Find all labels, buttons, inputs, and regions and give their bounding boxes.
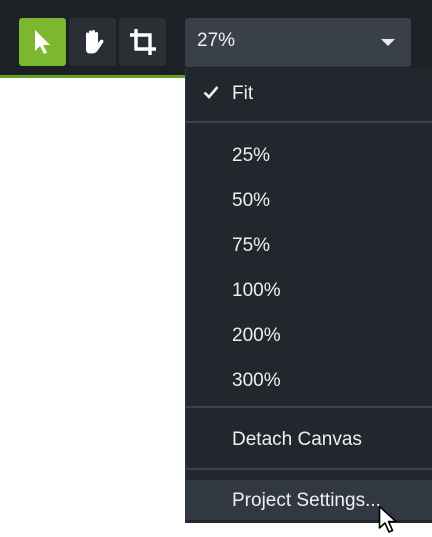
menu-item-fit[interactable]: Fit <box>186 73 432 113</box>
menu-item-zoom-100[interactable]: 100% <box>186 270 432 310</box>
menu-item-label: 200% <box>232 325 281 346</box>
menu-item-label: Project Settings... <box>232 490 381 511</box>
zoom-value: 27% <box>197 30 236 51</box>
crop-tool-button[interactable] <box>119 18 166 66</box>
toolbar-accent-line <box>0 75 190 78</box>
canvas-toolbar: 27% <box>0 0 432 75</box>
crop-icon <box>129 29 156 55</box>
menu-item-zoom-200[interactable]: 200% <box>186 315 432 355</box>
menu-separator <box>186 121 432 123</box>
pan-tool-button[interactable] <box>69 18 116 66</box>
menu-item-zoom-300[interactable]: 300% <box>186 360 432 400</box>
hand-pan-icon <box>85 30 103 54</box>
mouse-cursor-icon <box>378 505 397 533</box>
menu-item-label: 50% <box>232 190 271 211</box>
menu-item-label: 25% <box>232 145 271 166</box>
arrow-pointer-icon <box>34 30 50 54</box>
menu-item-label: 75% <box>232 235 271 256</box>
menu-item-label: Fit <box>232 83 254 104</box>
select-tool-button[interactable] <box>19 18 66 66</box>
menu-item-zoom-75[interactable]: 75% <box>186 225 432 265</box>
menu-separator <box>186 406 432 408</box>
menu-separator <box>186 468 432 470</box>
menu-item-label: 300% <box>232 370 281 391</box>
menu-item-label: Detach Canvas <box>232 429 362 450</box>
zoom-dropdown[interactable]: 27% <box>185 18 411 67</box>
checkmark-icon <box>203 86 219 99</box>
menu-item-zoom-25[interactable]: 25% <box>186 135 432 175</box>
menu-item-label: 100% <box>232 280 281 301</box>
menu-item-zoom-50[interactable]: 50% <box>186 180 432 220</box>
zoom-dropdown-menu: Fit 25% 50% 75% 100% 200% 300% Detach Ca… <box>185 68 432 523</box>
menu-item-detach-canvas[interactable]: Detach Canvas <box>186 419 432 459</box>
caret-down-icon <box>381 39 395 46</box>
canvas-editor: 27% Fit 25% 50% 75% 100% 200% 300% Detac… <box>0 0 432 537</box>
